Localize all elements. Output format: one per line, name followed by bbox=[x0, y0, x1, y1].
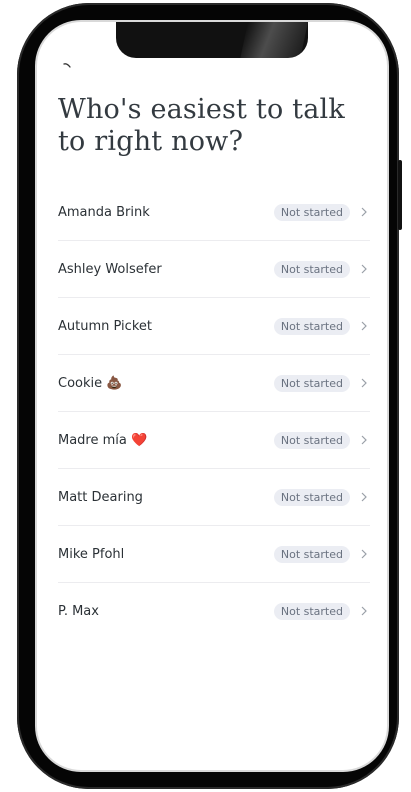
list-item[interactable]: Autumn Picket Not started bbox=[58, 298, 370, 355]
back-button[interactable] bbox=[60, 58, 76, 74]
chevron-right-icon bbox=[361, 435, 367, 445]
contact-name: Matt Dearing bbox=[58, 489, 143, 505]
contact-name: Autumn Picket bbox=[58, 318, 152, 334]
contact-name: P. Max bbox=[58, 603, 99, 619]
list-item[interactable]: P. Max Not started bbox=[58, 583, 370, 639]
phone-notch bbox=[116, 22, 308, 58]
contact-name: Ashley Wolsefer bbox=[58, 261, 162, 277]
contact-name: Cookie 💩 bbox=[58, 375, 123, 391]
contact-name: Madre mía ❤️ bbox=[58, 432, 148, 448]
chevron-right-icon bbox=[361, 549, 367, 559]
list-item[interactable]: Amanda Brink Not started bbox=[58, 184, 370, 241]
status-badge: Not started bbox=[273, 488, 350, 506]
chevron-right-icon bbox=[361, 321, 367, 331]
chevron-right-icon bbox=[361, 606, 367, 616]
contact-list: Amanda Brink Not started Ashley Wolsefer… bbox=[58, 184, 370, 639]
status-badge: Not started bbox=[273, 317, 350, 335]
contact-name: Amanda Brink bbox=[58, 204, 150, 220]
chevron-right-icon bbox=[361, 207, 367, 217]
chevron-left-icon bbox=[63, 63, 71, 68]
page-title: Who's easiest to talk to right now? bbox=[58, 94, 345, 157]
list-item[interactable]: Matt Dearing Not started bbox=[58, 469, 370, 526]
notch-gloss bbox=[240, 22, 308, 58]
status-badge: Not started bbox=[273, 203, 350, 221]
status-badge: Not started bbox=[273, 260, 350, 278]
list-item[interactable]: Ashley Wolsefer Not started bbox=[58, 241, 370, 298]
list-item[interactable]: Madre mía ❤️ Not started bbox=[58, 412, 370, 469]
chevron-right-icon bbox=[361, 492, 367, 502]
status-badge: Not started bbox=[273, 602, 350, 620]
status-badge: Not started bbox=[273, 431, 350, 449]
status-badge: Not started bbox=[273, 545, 350, 563]
chevron-right-icon bbox=[361, 378, 367, 388]
status-badge: Not started bbox=[273, 374, 350, 392]
phone-side-button bbox=[398, 160, 402, 230]
list-item[interactable]: Mike Pfohl Not started bbox=[58, 526, 370, 583]
list-item[interactable]: Cookie 💩 Not started bbox=[58, 355, 370, 412]
contact-name: Mike Pfohl bbox=[58, 546, 125, 562]
chevron-right-icon bbox=[361, 264, 367, 274]
